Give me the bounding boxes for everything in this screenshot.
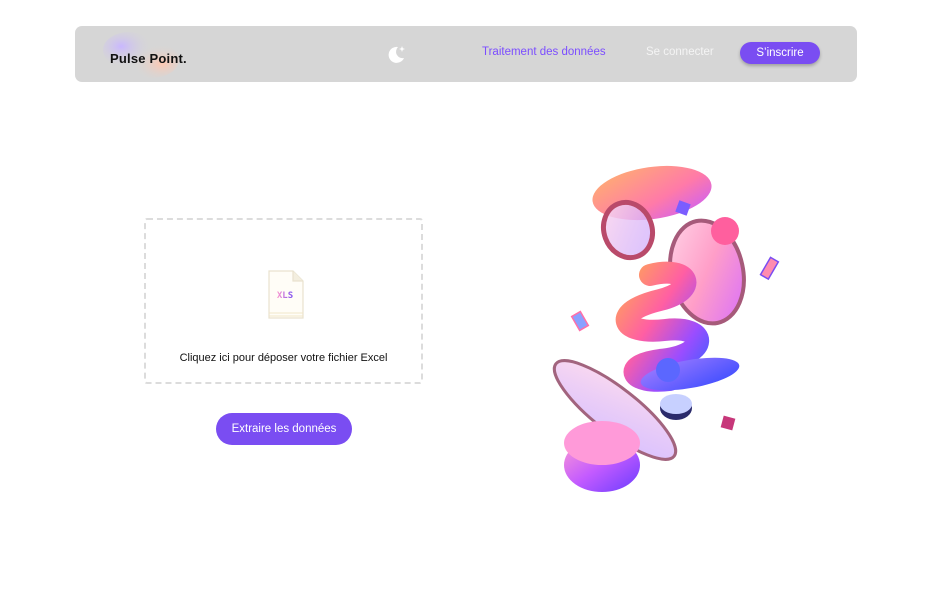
- nav-link-login[interactable]: Se connecter: [646, 46, 714, 58]
- nav-link-traitement[interactable]: Traitement des données: [482, 46, 606, 58]
- abstract-3d-illustration: [552, 165, 780, 492]
- file-dropzone[interactable]: XLS Cliquez ici pour déposer votre fichi…: [144, 218, 423, 384]
- xls-label: XLS: [277, 291, 293, 301]
- xls-file-icon: XLS: [268, 270, 304, 319]
- extract-data-button[interactable]: Extraire les données: [216, 413, 352, 445]
- signup-button[interactable]: S’inscrire: [740, 42, 820, 64]
- brand-name: Pulse Point.: [110, 51, 187, 66]
- moon-star-icon[interactable]: [385, 43, 407, 65]
- dropzone-instruction: Cliquez ici pour déposer votre fichier E…: [179, 352, 388, 364]
- navbar: Pulse Point. Traitement des données Se c…: [75, 26, 857, 82]
